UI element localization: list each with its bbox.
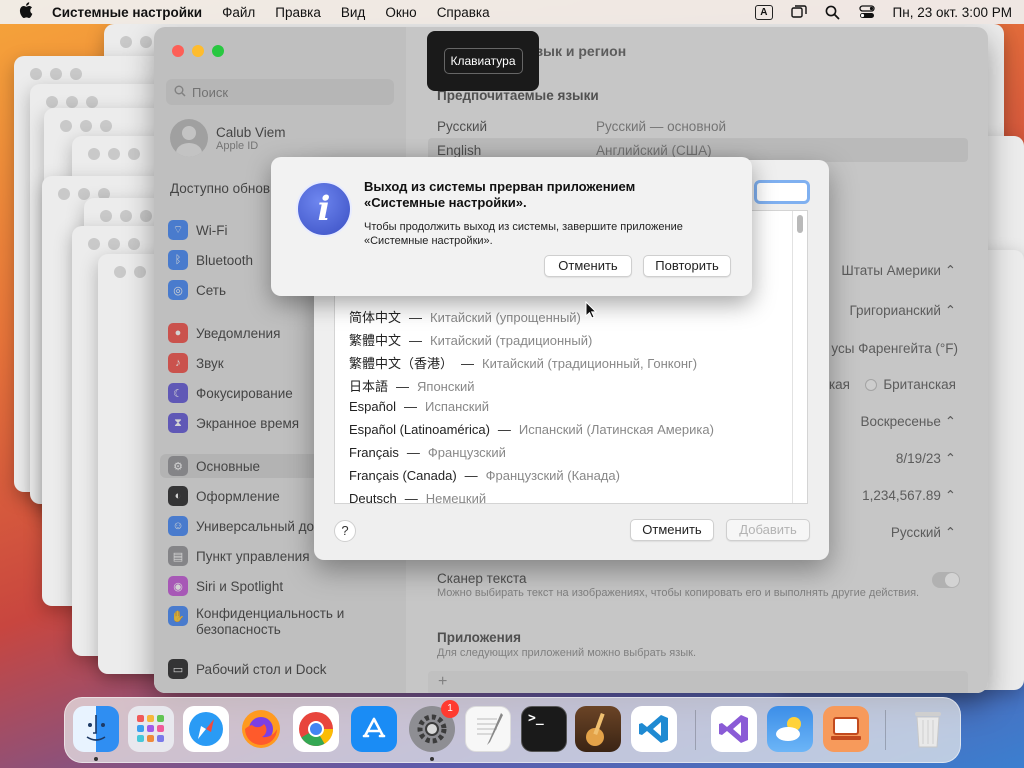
control-center-icon[interactable] xyxy=(858,5,875,19)
apple-menu-icon[interactable] xyxy=(18,1,34,23)
window-controls xyxy=(172,45,224,57)
close-button[interactable] xyxy=(172,45,184,57)
finder-icon[interactable] xyxy=(73,706,119,752)
minimize-button[interactable] xyxy=(192,45,204,57)
dock-separator xyxy=(885,710,886,750)
menu-window[interactable]: Окно xyxy=(385,5,416,20)
logout-interrupted-alert: i Выход из системы прерван приложением «… xyxy=(271,157,752,296)
running-indicator xyxy=(94,757,98,761)
menu-view[interactable]: Вид xyxy=(341,5,365,20)
help-button[interactable]: ? xyxy=(334,520,356,542)
menu-clock[interactable]: Пн, 23 окт. 3:00 PM xyxy=(893,5,1012,20)
terminal-icon[interactable]: >_ xyxy=(521,706,567,752)
list-item[interactable]: Français — Французский xyxy=(349,445,506,460)
list-item[interactable]: Español — Испанский xyxy=(349,399,489,414)
system-settings-icon[interactable]: 1 xyxy=(409,700,459,752)
list-item[interactable]: 繁體中文 — Китайский (традиционный) xyxy=(349,330,592,349)
list-item[interactable]: 繁體中文（香港） — Китайский (традиционный, Гонкон… xyxy=(349,353,697,372)
remote-desktop-icon[interactable] xyxy=(823,706,869,752)
add-language-button[interactable]: Добавить xyxy=(726,519,810,541)
vscode-icon[interactable] xyxy=(631,706,677,752)
stage-manager-icon[interactable] xyxy=(790,5,807,19)
terminal-glyph: >_ xyxy=(528,711,544,726)
mouse-cursor-icon xyxy=(585,300,598,322)
input-source-icon[interactable]: A xyxy=(755,4,773,20)
scroll-track xyxy=(792,211,793,503)
alert-message: Чтобы продолжить выход из системы, завер… xyxy=(364,221,683,247)
menu-edit[interactable]: Правка xyxy=(275,5,321,20)
trash-icon[interactable] xyxy=(905,706,951,752)
weather-icon[interactable] xyxy=(767,706,813,752)
list-item[interactable]: Français (Canada) — Французский (Канада) xyxy=(349,468,620,483)
tooltip-label: Клавиатура xyxy=(443,48,523,74)
spotlight-search-icon[interactable] xyxy=(825,5,841,20)
menu-app-name[interactable]: Системные настройки xyxy=(52,5,202,20)
dock: 1 >_ xyxy=(64,697,961,763)
alert-title: Выход из системы прерван приложением «Си… xyxy=(364,179,636,210)
dock-separator xyxy=(695,710,696,750)
zoom-button[interactable] xyxy=(212,45,224,57)
notification-badge: 1 xyxy=(441,700,459,718)
list-item[interactable]: Español (Latinoamérica) — Испанский (Латин… xyxy=(349,422,714,437)
visual-studio-icon[interactable] xyxy=(711,706,757,752)
menu-file[interactable]: Файл xyxy=(222,5,255,20)
running-indicator xyxy=(430,757,434,761)
list-item[interactable]: 简体中文 — Китайский (упрощенный) xyxy=(349,307,581,326)
app-store-icon[interactable] xyxy=(351,706,397,752)
list-item[interactable]: Deutsch — Немецкий xyxy=(349,491,486,503)
language-search-field[interactable] xyxy=(754,180,810,204)
keyboard-tooltip: Клавиатура xyxy=(427,31,539,91)
menu-help[interactable]: Справка xyxy=(437,5,490,20)
info-icon: i xyxy=(296,181,352,237)
launchpad-icon[interactable] xyxy=(128,706,174,752)
alert-cancel-button[interactable]: Отменить xyxy=(544,255,632,277)
scrollbar[interactable] xyxy=(797,215,803,233)
alert-retry-button[interactable]: Повторить xyxy=(643,255,731,277)
textedit-icon[interactable] xyxy=(465,706,511,752)
menu-bar: Системные настройки Файл Правка Вид Окно… xyxy=(0,0,1024,24)
sheet-cancel-button[interactable]: Отменить xyxy=(630,519,714,541)
safari-icon[interactable] xyxy=(183,706,229,752)
list-item[interactable]: 日本語 — Японский xyxy=(349,376,475,395)
garageband-icon[interactable] xyxy=(575,706,621,752)
chrome-icon[interactable] xyxy=(293,706,339,752)
firefox-icon[interactable] xyxy=(238,706,284,752)
